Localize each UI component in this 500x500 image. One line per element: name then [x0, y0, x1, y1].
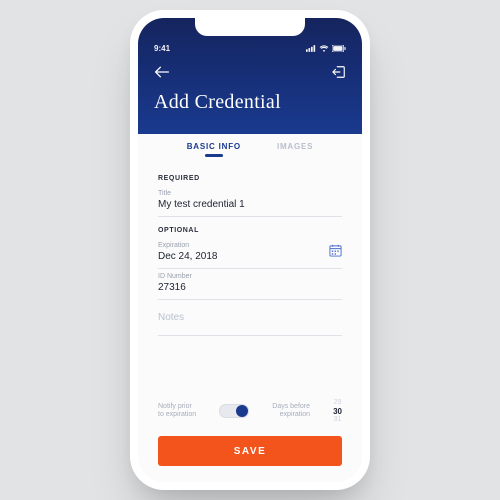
days-next: 31 — [333, 416, 342, 424]
notify-row: Notify prior to expiration Days before e… — [158, 399, 342, 424]
exit-button[interactable] — [332, 65, 346, 79]
exit-icon — [332, 65, 346, 79]
footer: Notify prior to expiration Days before e… — [138, 389, 362, 482]
notify-label-line2: to expiration — [158, 411, 196, 418]
expiration-label: Expiration — [158, 242, 342, 249]
status-indicators — [306, 45, 346, 52]
calendar-icon — [329, 244, 342, 257]
days-picker[interactable]: 29 30 31 — [333, 399, 342, 424]
notify-toggle[interactable] — [219, 404, 249, 418]
tab-basic-info[interactable]: BASIC INFO — [187, 142, 241, 151]
title-field[interactable]: Title My test credential 1 — [158, 186, 342, 217]
calendar-button[interactable] — [329, 244, 342, 262]
screen: 9:41 Add Credential BASIC INFO IMAGES RE… — [138, 18, 362, 482]
signal-icon — [306, 45, 316, 52]
arrow-left-icon — [154, 66, 170, 78]
idnumber-field[interactable]: ID Number 27316 — [158, 269, 342, 300]
days-label-line1: Days before — [272, 403, 310, 410]
idnumber-value: 27316 — [158, 282, 342, 293]
days-selected: 30 — [333, 407, 342, 416]
status-bar: 9:41 — [154, 44, 346, 53]
form: REQUIRED Title My test credential 1 OPTI… — [138, 161, 362, 389]
idnumber-label: ID Number — [158, 273, 342, 280]
save-button[interactable]: SAVE — [158, 436, 342, 466]
days-label: Days before expiration — [272, 403, 310, 421]
tab-images[interactable]: IMAGES — [277, 142, 313, 151]
title-value: My test credential 1 — [158, 199, 342, 210]
back-button[interactable] — [154, 66, 170, 78]
notify-label: Notify prior to expiration — [158, 403, 196, 421]
page-title: Add Credential — [154, 91, 346, 114]
notes-field[interactable]: Notes — [158, 300, 342, 336]
section-optional: OPTIONAL — [158, 227, 342, 234]
top-bar — [154, 65, 346, 79]
content-card: BASIC INFO IMAGES REQUIRED Title My test… — [138, 128, 362, 482]
expiration-field[interactable]: Expiration Dec 24, 2018 — [158, 238, 342, 269]
phone-frame: 9:41 Add Credential BASIC INFO IMAGES RE… — [130, 10, 370, 490]
notes-placeholder: Notes — [158, 304, 342, 329]
days-prev: 29 — [333, 399, 342, 407]
toggle-knob — [236, 405, 248, 417]
notify-label-line1: Notify prior — [158, 403, 192, 410]
status-time: 9:41 — [154, 44, 170, 53]
section-required: REQUIRED — [158, 175, 342, 182]
expiration-value: Dec 24, 2018 — [158, 251, 342, 262]
wifi-icon — [319, 45, 329, 52]
days-label-line2: expiration — [280, 411, 310, 418]
notch — [195, 18, 305, 36]
title-label: Title — [158, 190, 342, 197]
battery-icon — [332, 45, 346, 52]
